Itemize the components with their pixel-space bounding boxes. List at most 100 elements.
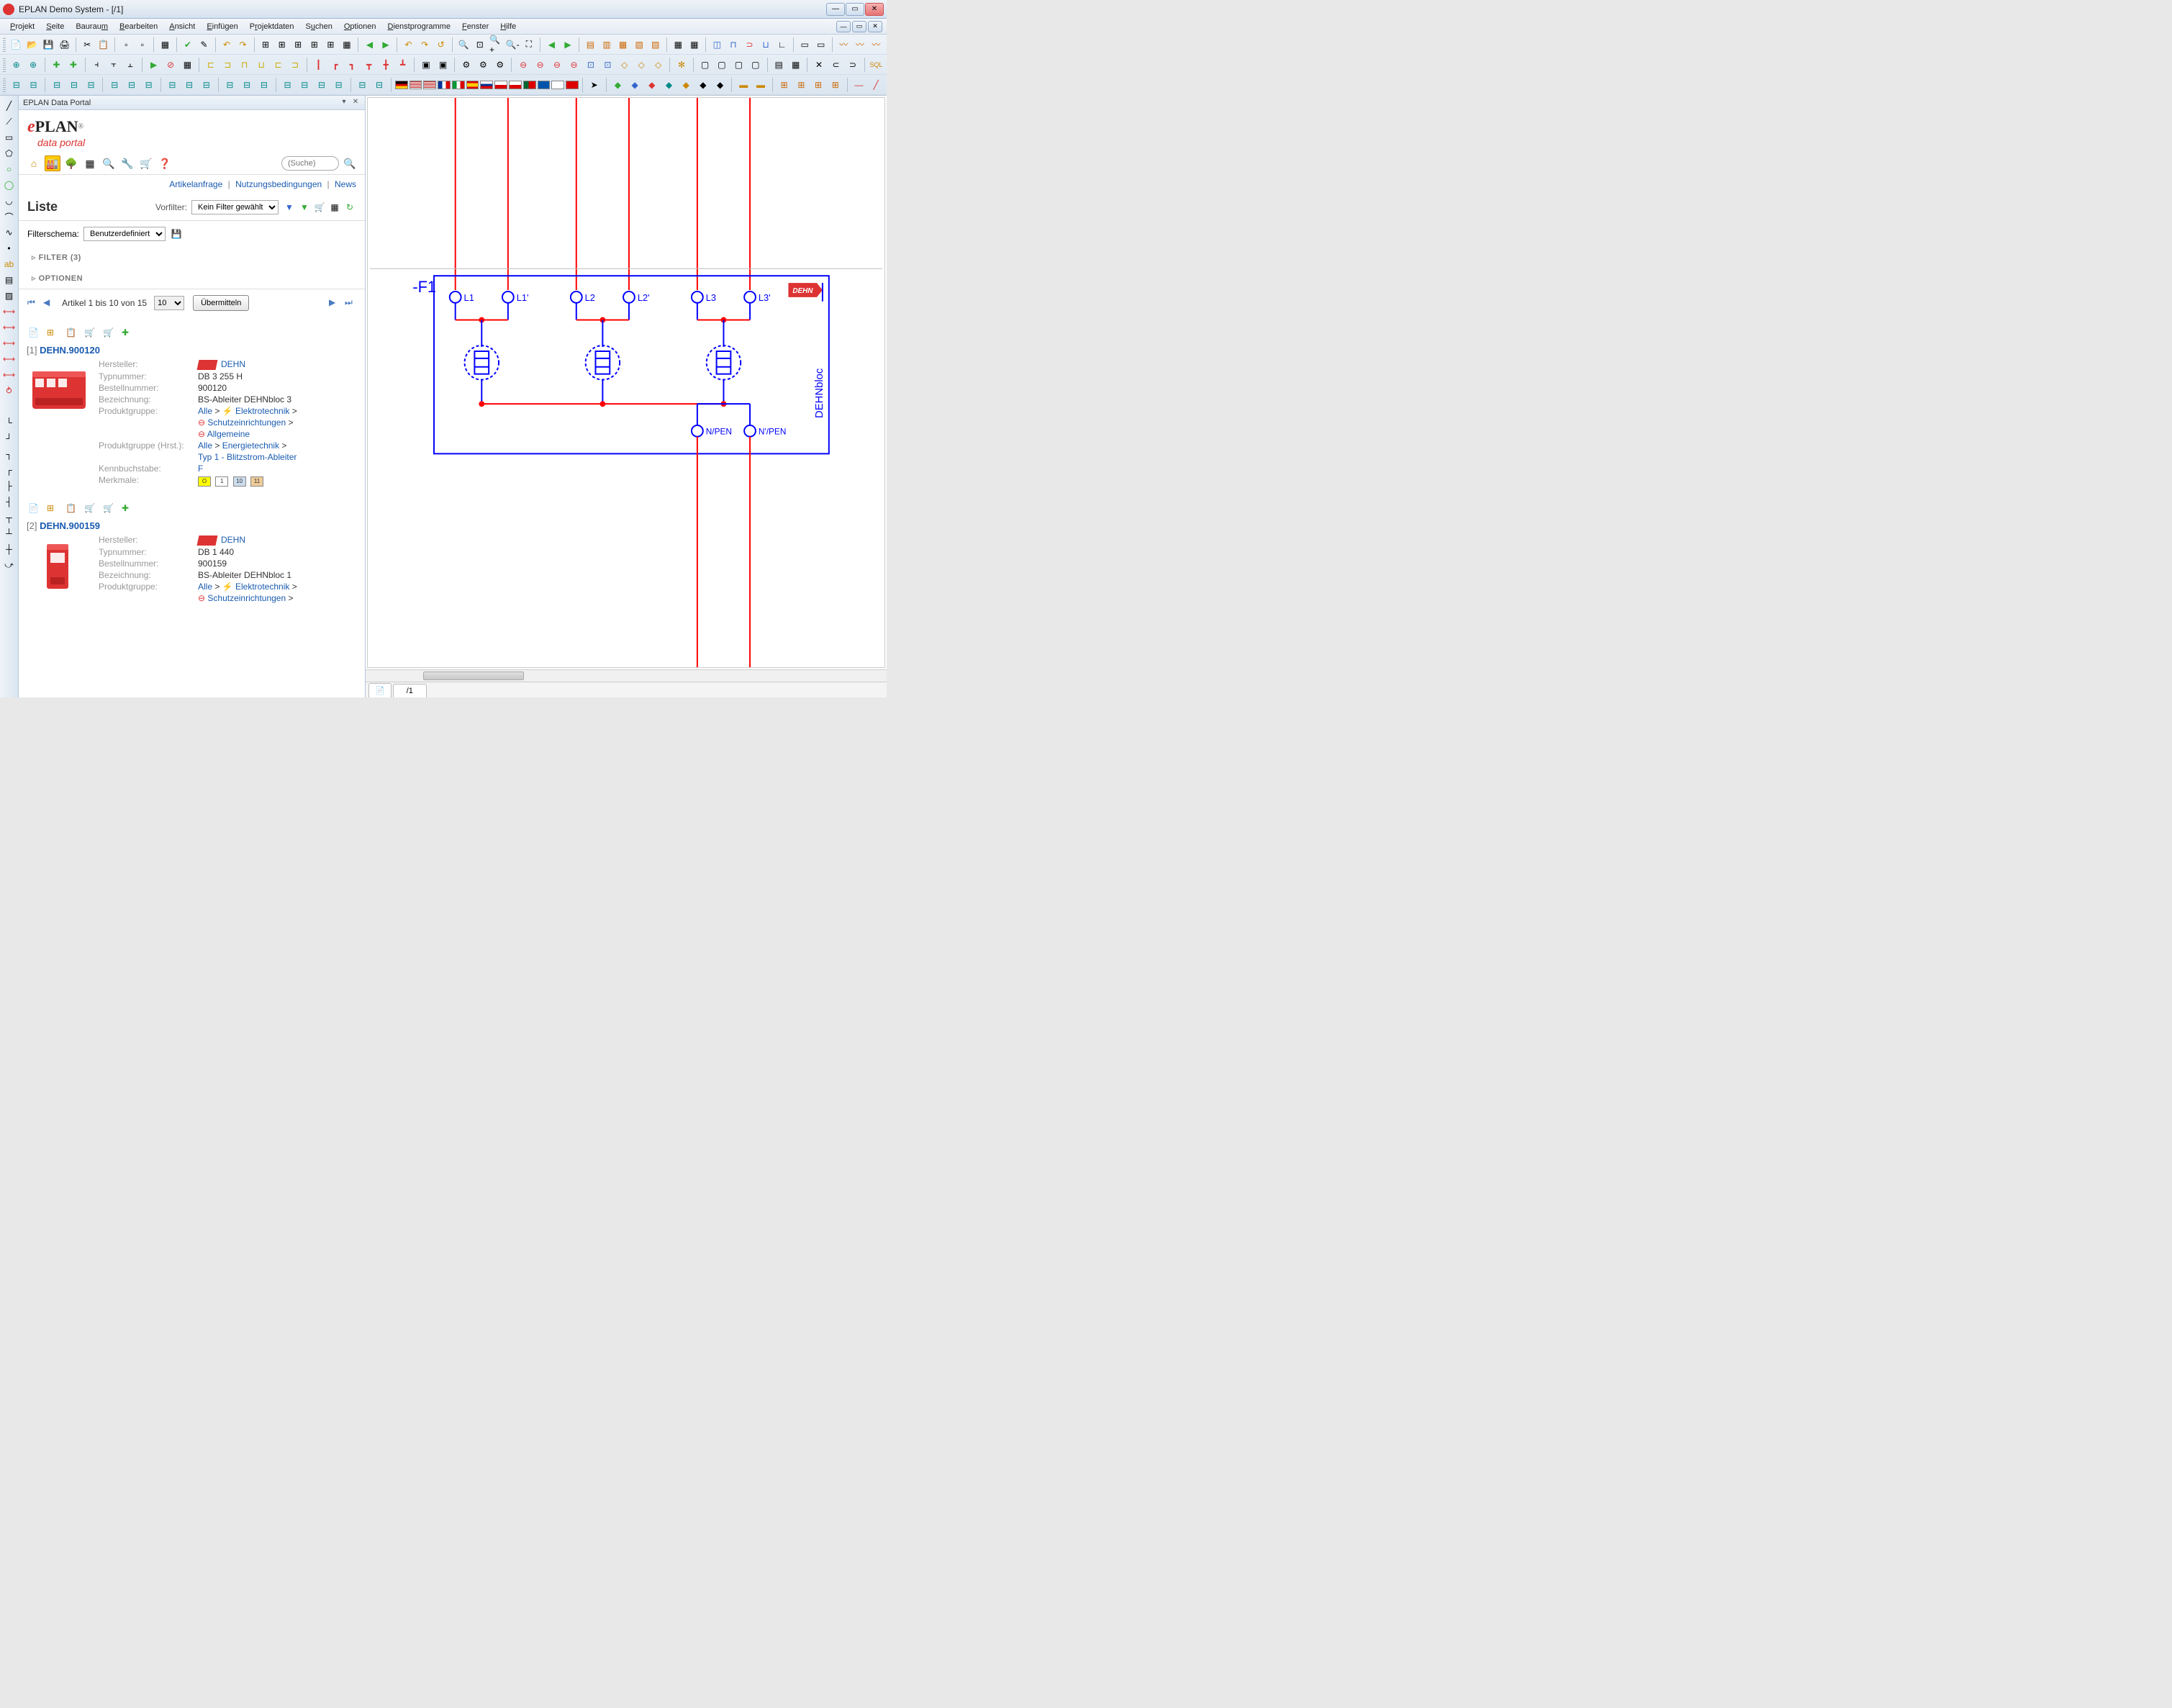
magnet-icon[interactable]: ⊃ (742, 37, 757, 53)
signal3-icon[interactable]: 〰 (869, 37, 884, 53)
db19-icon[interactable]: ⊟ (355, 77, 371, 93)
item-cart2-icon[interactable]: 🛒 (103, 327, 116, 340)
flag-se-icon[interactable] (538, 81, 551, 89)
grid5-icon[interactable]: ⊞ (323, 37, 338, 53)
filter-cart-icon[interactable]: 🛒 (313, 201, 326, 214)
list2-icon[interactable]: ▦ (788, 57, 803, 73)
db2-icon[interactable]: ⊟ (26, 77, 42, 93)
snap3-icon[interactable]: ⊔ (759, 37, 774, 53)
cart-icon[interactable]: 🛒 (138, 155, 154, 171)
menu-fenster[interactable]: Fenster (456, 20, 494, 33)
wire3-icon[interactable]: ┓ (345, 57, 360, 73)
flag-us-icon[interactable] (409, 81, 422, 89)
sel1-icon[interactable]: ⊞ (777, 77, 792, 93)
wire6-icon[interactable]: ┻ (395, 57, 410, 73)
sel4-icon[interactable]: ⊞ (828, 77, 843, 93)
line-diag-icon[interactable]: ╱ (868, 77, 884, 93)
filter-grid-icon[interactable]: ▦ (328, 201, 341, 214)
gear1-icon[interactable]: ⚙ (458, 57, 474, 73)
grid3-icon[interactable]: ⊞ (291, 37, 306, 53)
layer2-icon[interactable]: ▬ (753, 77, 769, 93)
item-tree-icon[interactable]: ⊞ (47, 503, 60, 516)
grid-view-icon[interactable]: ▦ (82, 155, 98, 171)
menu-optionen[interactable]: Optionen (338, 20, 382, 33)
ortho-icon[interactable]: ∟ (774, 37, 789, 53)
item-doc-icon[interactable]: 📋 (65, 327, 78, 340)
gear3-icon[interactable]: ⚙ (492, 57, 507, 73)
copy-icon[interactable]: 📋 (96, 37, 112, 53)
box3-icon[interactable]: ▢ (731, 57, 746, 73)
term7-icon[interactable]: ◇ (617, 57, 632, 73)
line-h-icon[interactable]: — (851, 77, 867, 93)
brand-link[interactable]: DEHN (221, 359, 245, 369)
vorfilter-select[interactable]: Kein Filter gewählt (191, 200, 279, 214)
term2-icon[interactable]: ⊖ (533, 57, 548, 73)
gear2-icon[interactable]: ⚙ (476, 57, 491, 73)
sel3-icon[interactable]: ⊞ (810, 77, 826, 93)
item-code-link[interactable]: DEHN.900159 (40, 520, 100, 531)
box4-icon[interactable]: ▢ (748, 57, 763, 73)
filter-add-icon[interactable]: ▼ (298, 201, 311, 214)
term4-icon[interactable]: ⊖ (566, 57, 582, 73)
schematic-viewport[interactable]: -F1 L1 L1' L2 L2' L3 L3' (367, 97, 885, 668)
conn1-icon[interactable]: ⊏ (203, 57, 218, 73)
db5-icon[interactable]: ⊟ (83, 77, 99, 93)
grid2-icon[interactable]: ⊞ (274, 37, 289, 53)
menu-hilfe[interactable]: Hilfe (494, 20, 522, 33)
draw-rect-icon[interactable]: ▭ (2, 130, 17, 145)
db11-icon[interactable]: ⊟ (199, 77, 214, 93)
search-input[interactable] (281, 156, 339, 171)
menu-bearbeiten[interactable]: Bearbeiten (114, 20, 163, 33)
redo-icon[interactable]: ↷ (235, 37, 250, 53)
draw-ellipse-icon[interactable]: ◯ (2, 178, 17, 192)
wire4-icon[interactable]: ┳ (361, 57, 376, 73)
factory-icon[interactable]: 🏭 (45, 155, 60, 171)
flag-fr-icon[interactable] (438, 81, 451, 89)
tee1-icon[interactable]: ├ (2, 479, 17, 493)
list1-icon[interactable]: ▤ (771, 57, 786, 73)
db9-icon[interactable]: ⊟ (165, 77, 181, 93)
route5-icon[interactable]: ◆ (678, 77, 694, 93)
panel-dropdown-button[interactable]: ▾ (339, 98, 349, 108)
draw-point-icon[interactable]: • (2, 241, 17, 256)
menu-ansicht[interactable]: Ansicht (163, 20, 201, 33)
draw-poly-icon[interactable]: ⬠ (2, 146, 17, 161)
snap2-icon[interactable]: ⊓ (726, 37, 741, 53)
layer1-icon[interactable]: ▬ (736, 77, 751, 93)
pointer-icon[interactable]: ➤ (587, 77, 602, 93)
zoom-full-icon[interactable]: ⛶ (522, 37, 537, 53)
conn6-icon[interactable]: ⊐ (287, 57, 302, 73)
draw-line-icon[interactable]: ╱ (2, 99, 17, 113)
term6-icon[interactable]: ⊡ (600, 57, 615, 73)
search-icon[interactable]: 🔍 (342, 155, 358, 171)
flag-es-icon[interactable] (466, 81, 479, 89)
macro-icon[interactable]: ▦ (158, 37, 173, 53)
tee3-icon[interactable]: ┬ (2, 510, 17, 525)
link-artikelanfrage[interactable]: Artikelanfrage (169, 179, 222, 189)
db17-icon[interactable]: ⊟ (314, 77, 330, 93)
menu-suchen[interactable]: Suchen (300, 20, 338, 33)
db10-icon[interactable]: ⊟ (181, 77, 197, 93)
brand-link[interactable]: DEHN (221, 535, 245, 545)
plus2-icon[interactable]: ✚ (65, 57, 81, 73)
conn4-icon[interactable]: ⊔ (253, 57, 268, 73)
pager-pagesize-select[interactable]: 10 (154, 296, 184, 310)
draw-polyline-icon[interactable]: ⟋ (2, 114, 17, 129)
arrow-left-icon[interactable]: ◀ (544, 37, 559, 53)
signal2-icon[interactable]: 〰 (853, 37, 868, 53)
dim2-icon[interactable]: ⟷ (2, 320, 17, 335)
circuit3-icon[interactable]: ⫠ (122, 57, 137, 73)
home-icon[interactable]: ⌂ (26, 155, 42, 171)
undo-icon[interactable]: ↶ (220, 37, 235, 53)
filter-refresh-icon[interactable]: ↻ (343, 201, 356, 214)
menu-einfuegen[interactable]: Einfügen (201, 20, 243, 33)
nav2-icon[interactable]: ▦ (180, 57, 195, 73)
menu-projektdaten[interactable]: Projektdaten (244, 20, 300, 33)
zoom-in-icon[interactable]: 🔍+ (489, 37, 504, 53)
table2-icon[interactable]: ▦ (687, 37, 702, 53)
pager-submit-button[interactable]: Übermitteln (193, 295, 249, 311)
db13-icon[interactable]: ⊟ (239, 77, 255, 93)
box1-icon[interactable]: ▢ (697, 57, 712, 73)
misc1-icon[interactable]: ✻ (674, 57, 689, 73)
db12-icon[interactable]: ⊟ (222, 77, 238, 93)
